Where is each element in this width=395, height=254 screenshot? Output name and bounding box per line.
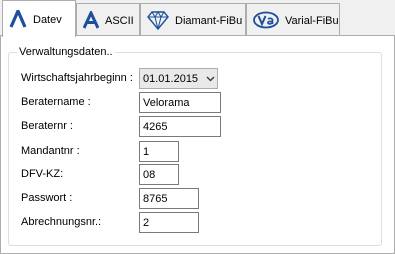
wirtschaftsjahr-label: Wirtschaftsjahrbeginn : — [21, 72, 133, 84]
tab-panel: Verwaltungsdaten.. Wirtschaftsjahrbeginn… — [0, 35, 395, 254]
abrechnungsnr-label: Abrechnungsnr.: — [21, 216, 102, 228]
tab-varial-fibu-label: Varial-FiBu — [285, 14, 339, 27]
tab-datev[interactable]: Datev — [2, 0, 76, 37]
tab-strip: Datev ASCII Diamant-FiBu Varial-FiBu — [0, 0, 395, 37]
chevron-down-icon[interactable] — [203, 76, 217, 82]
tab-datev-label: Datev — [33, 13, 62, 26]
tab-diamant-fibu-label: Diamant-FiBu — [175, 14, 243, 27]
tab-ascii[interactable]: ASCII — [76, 3, 140, 36]
beratername-field[interactable] — [139, 92, 221, 113]
tab-diamant-fibu[interactable]: Diamant-FiBu — [140, 3, 246, 36]
varial-logo-icon — [253, 11, 279, 29]
passwort-field[interactable] — [139, 188, 199, 209]
tab-varial-fibu[interactable]: Varial-FiBu — [246, 3, 340, 36]
dfv-kz-field[interactable] — [139, 164, 179, 185]
beraternr-label: Beraternr : — [21, 120, 73, 132]
wirtschaftsjahr-select[interactable]: 01.01.2015 — [139, 68, 218, 89]
tab-ascii-label: ASCII — [105, 14, 134, 27]
ascii-logo-icon — [82, 9, 100, 29]
mandantnr-field[interactable] — [139, 141, 179, 162]
beraternr-field[interactable] — [139, 116, 221, 137]
dfv-kz-label: DFV-KZ: — [21, 168, 64, 180]
abrechnungsnr-field[interactable] — [139, 212, 199, 233]
verwaltungsdaten-group: Verwaltungsdaten.. Wirtschaftsjahrbeginn… — [8, 45, 382, 246]
wirtschaftsjahr-value: 01.01.2015 — [143, 72, 199, 85]
group-title: Verwaltungsdaten.. — [17, 45, 115, 59]
passwort-label: Passwort : — [21, 192, 73, 204]
mandantnr-label: Mandantnr : — [21, 145, 80, 157]
beratername-label: Beratername : — [21, 96, 91, 108]
diamond-icon — [147, 10, 169, 31]
datev-logo-icon — [9, 9, 27, 28]
